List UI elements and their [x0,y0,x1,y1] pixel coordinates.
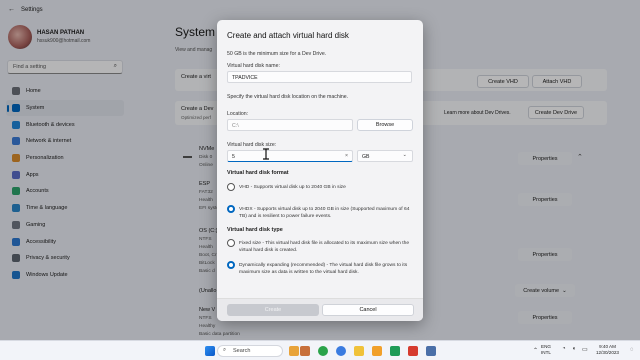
browse-button[interactable]: Browse [357,119,413,131]
excel-icon[interactable] [390,346,400,356]
settings-gear-icon[interactable] [426,346,436,356]
create-vhd-dialog: Create and attach virtual hard disk 50 G… [217,20,423,321]
type-heading: Virtual hard disk type [227,227,283,233]
chrome-icon[interactable] [318,346,328,356]
volume-icon[interactable]: ◖ [572,346,576,352]
file-explorer-icon[interactable] [354,346,364,356]
folder-icon[interactable] [372,346,382,356]
clock[interactable]: 9:40 AM 12/30/2023 [596,344,619,356]
min-size-note: 50 GB is the minimum size for a Dev Driv… [227,51,327,57]
windows-start-icon[interactable] [205,346,215,356]
wifi-icon[interactable]: ◔ [562,346,566,352]
vhd-option-label: VHD - Supports virtual disk up to 2040 G… [239,185,346,190]
battery-icon[interactable]: ▭ [582,346,588,353]
unit-value: GB [362,154,370,160]
widget-icon[interactable] [289,346,299,356]
location-label: Location: [227,111,249,117]
name-label: Virtual hard disk name: [227,63,280,69]
unit-select[interactable]: GB ⌄ [357,150,413,162]
chevron-up-icon[interactable]: ⌃ [533,347,538,354]
chevron-down-icon: ⌄ [402,152,407,158]
size-value: 5 [232,154,235,160]
size-input[interactable]: 5 × [227,150,353,162]
taskbar: ⌕ Search ⌃ ENG INTL ◔ ◖ ▭ 9:40 AM 12/30/20… [0,340,640,360]
taskbar-search-label: Search [233,348,251,354]
text-cursor-icon [263,148,269,160]
time: 9:40 AM [599,344,616,349]
language-indicator[interactable]: ENG INTL [541,344,551,356]
dialog-footer: Create Cancel [217,298,423,321]
taskbar-search[interactable]: ⌕ Search [217,345,283,357]
dialog-title: Create and attach virtual hard disk [227,31,349,40]
radio-vhdx[interactable] [227,205,235,213]
edge-icon[interactable] [336,346,346,356]
radio-vhd[interactable] [227,183,235,191]
cancel-button[interactable]: Cancel [322,304,414,316]
app-icon[interactable] [300,346,310,356]
search-icon: ⌕ [223,347,227,353]
format-heading: Virtual hard disk format [227,170,289,176]
date: 12/30/2023 [596,350,619,355]
dynamic-option-label: Dynamically expanding (recommended) - Th… [239,263,408,276]
notification-bell-icon[interactable]: ◌ [630,347,634,353]
fixed-option-label: Fixed size - This virtual hard disk file… [239,241,410,254]
radio-fixed[interactable] [227,239,235,247]
lang-line-2: INTL [541,350,551,355]
location-note: Specify the virtual hard disk location o… [227,94,349,100]
vhdx-option-label: VHDX - Supports virtual disk up to 2040 … [239,207,410,220]
radio-dynamic[interactable] [227,261,235,269]
lang-line-1: ENG [541,344,551,349]
location-input[interactable]: C:\ [227,119,353,131]
create-button[interactable]: Create [227,304,319,316]
vhd-name-input[interactable]: TPADVICE [227,71,412,83]
office-icon[interactable] [408,346,418,356]
clear-icon[interactable]: × [345,153,348,159]
